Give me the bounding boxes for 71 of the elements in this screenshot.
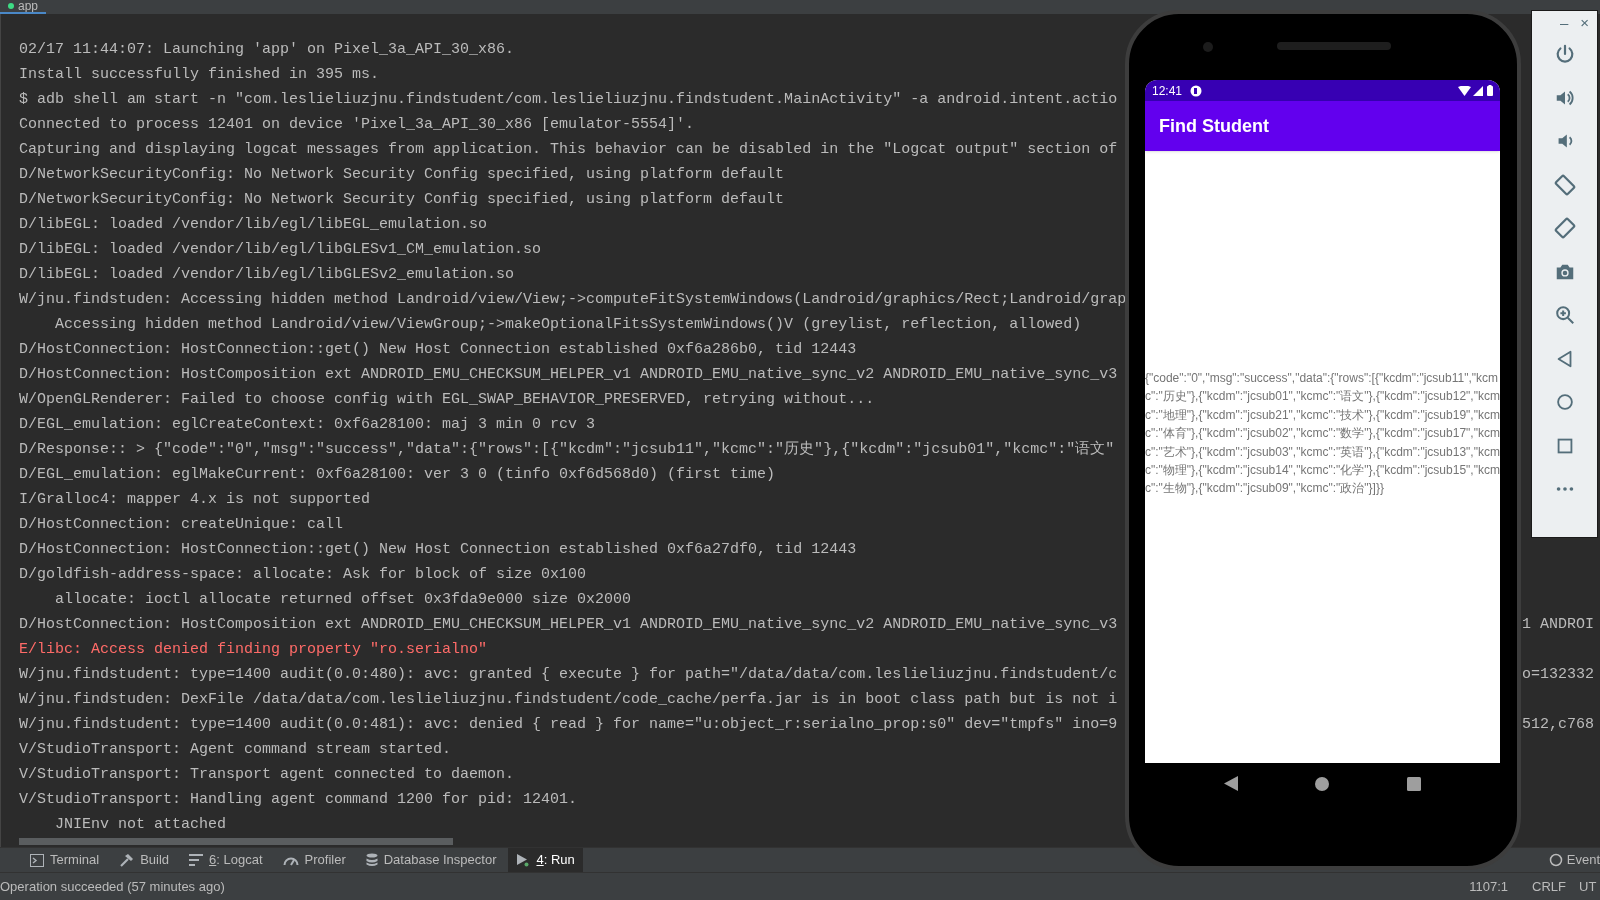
log-line: D/goldfish-address-space: allocate: Ask for block of size 0x100 bbox=[19, 565, 587, 586]
notification-icon bbox=[1190, 84, 1203, 97]
log-line: 02/17 11:44:07: Launching 'app' on Pixel_3a_API_30_x86. bbox=[19, 40, 515, 61]
log-line: $ adb shell am start -n "com.leslieliuzjnu.findstudent/com.leslieliuzjnu.findstudent.MainActivity" -a android.intent.actio bbox=[19, 90, 1118, 111]
caret-position[interactable]: 1107:1 bbox=[1469, 876, 1509, 897]
log-line: W/jnu.findstuden: Accessing hidden method Landroid/view/View;->computeFitSystemWindows(Landroid/graphics/Rect;Landroid/grap bbox=[19, 290, 1127, 311]
zoom-icon[interactable] bbox=[1553, 304, 1576, 326]
wifi-icon bbox=[1458, 85, 1471, 96]
log-line: JNIEnv not attached bbox=[54, 815, 227, 836]
list-icon bbox=[189, 854, 204, 866]
event-log-button[interactable]: Event bbox=[1548, 850, 1600, 870]
log-line: D/HostConnection: HostConnection::get() New Host Connection established 0xf6a286b0, tid 12443 bbox=[19, 340, 857, 361]
log-line-fragment: 512,c768 bbox=[1522, 715, 1594, 736]
log-line: V/StudioTransport: Handling agent command 1200 for pid: 12401. bbox=[19, 790, 578, 811]
speech-bubble-icon bbox=[1548, 853, 1563, 867]
logcat-tab[interactable]: 6: Logcat bbox=[181, 848, 271, 872]
app-title: Find Student bbox=[1159, 114, 1269, 138]
horizontal-scrollbar[interactable] bbox=[19, 838, 453, 845]
home-icon[interactable] bbox=[1315, 776, 1330, 791]
terminal-icon bbox=[30, 853, 44, 867]
log-line: D/Response:: > {"code":"0","msg":"success","data":{"rows":[{"kcdm":"jcsub11","kcmc":"历史"},{"kcdm":"jcsub01","kcmc":"语文" bbox=[19, 439, 1115, 461]
log-line: W/jnu.findstudent: type=1400 audit(0.0:481): avc: denied { read } for name="u:object_r:serialno_prop:s0" dev="tmpfs" ino=9 bbox=[19, 715, 1118, 736]
log-line: D/HostConnection: createUnique: call bbox=[19, 515, 344, 536]
response-text: {"code":"0","msg":"success","data":{"rows":[{"kcdm":"jcsub11","kcmc":"历史"},{"kcdm":"jcsub01","kcmc":"语文"},{"kcdm":"jcsub12","kcmc":"地理"},{"kcdm":"jcsub21","kcmc":"技术"},{"kcdm":"jcsub19","kcmc":"体育"},{"kcdm":"jcsub02","kcmc":"数学"},{"kcdm":"jcsub17","kcmc":"艺术"},{"kcdm":"jcsub03","kcmc":"英语"},{"kcdm":"jcsub13","kcmc":"物理"},{"kcdm":"jcsub14","kcmc":"化学"},{"kcdm":"jcsub15","kcmc":"生物"},{"kcdm":"jcsub09","kcmc":"政治"}]}} bbox=[1145, 370, 1500, 498]
rotate-right-icon[interactable] bbox=[1553, 217, 1576, 239]
log-line: D/HostConnection: HostConnection::get() New Host Connection established 0xf6a27df0, tid 12443 bbox=[19, 540, 857, 561]
log-line: W/OpenGLRenderer: Failed to choose config with EGL_SWAP_BEHAVIOR_PRESERVED, retrying without... bbox=[19, 390, 875, 411]
profiler-tab[interactable]: Profiler bbox=[274, 848, 354, 872]
log-line: D/libEGL: loaded /vendor/lib/egl/libEGL_emulation.so bbox=[19, 215, 488, 236]
log-line: D/EGL_emulation: eglMakeCurrent: 0xf6a28100: ver 3 0 (tinfo 0xf6d568d0) (first time) bbox=[19, 465, 776, 486]
build-tab[interactable]: Build bbox=[111, 848, 178, 872]
run-icon bbox=[516, 853, 531, 867]
log-line-fragment: o=132332 bbox=[1522, 665, 1594, 686]
battery-icon bbox=[1487, 85, 1493, 96]
hammer-icon bbox=[119, 853, 135, 867]
close-button[interactable]: × bbox=[1580, 13, 1589, 33]
log-line: D/EGL_emulation: eglCreateContext: 0xf6a28100: maj 3 min 0 rcv 3 bbox=[19, 415, 596, 436]
database-icon bbox=[365, 853, 378, 867]
line-separator[interactable]: CRLF bbox=[1532, 876, 1566, 897]
log-line: D/NetworkSecurityConfig: No Network Security Config specified, using platform default bbox=[19, 190, 785, 211]
log-line: Accessing hidden method Landroid/view/ViewGroup;->makeOptionalFitsSystemWindows()V (greylist, reflection, allowed) bbox=[54, 315, 1082, 336]
log-line: I/Gralloc4: mapper 4.x is not supported bbox=[19, 490, 371, 511]
log-line: D/NetworkSecurityConfig: No Network Security Config specified, using platform default bbox=[19, 165, 785, 186]
log-line: W/jnu.findstuden: DexFile /data/data/com.leslieliuzjnu.findstudent/code_cache/perfa.jar is in boot class path but is not i bbox=[19, 690, 1118, 711]
signal-icon bbox=[1473, 85, 1483, 96]
overview-icon[interactable] bbox=[1407, 776, 1422, 791]
log-line: D/HostConnection: HostComposition ext ANDROID_EMU_CHECKSUM_HELPER_v1 ANDROID_EMU_native_sync_v2 ANDROID_EMU_native_sync_v3 bbox=[19, 615, 1118, 636]
android-icon bbox=[8, 3, 14, 9]
log-line: E/libc: Access denied finding property "ro.serialno" bbox=[19, 640, 488, 661]
back-icon[interactable] bbox=[1223, 776, 1238, 791]
log-line: V/StudioTransport: Transport agent connected to daemon. bbox=[19, 765, 515, 786]
status-message: Operation succeeded (57 minutes ago) bbox=[0, 877, 225, 896]
log-line: W/jnu.findstudent: type=1400 audit(0.0:480): avc: granted { execute } for path="/data/data/com.leslieliuzjnu.findstudent/c bbox=[19, 665, 1118, 686]
log-line-fragment: 1 ANDROI bbox=[1522, 615, 1594, 636]
database-inspector-tab[interactable]: Database Inspector bbox=[357, 848, 505, 872]
log-line: Capturing and displaying logcat messages from application. This behavior can be disabled in the "Logcat output" section of bbox=[19, 140, 1118, 161]
clock-text: 12:41 bbox=[1152, 82, 1183, 100]
log-line: D/HostConnection: HostComposition ext ANDROID_EMU_CHECKSUM_HELPER_v1 ANDROID_EMU_native_sync_v2 ANDROID_EMU_native_sync_v3 bbox=[19, 365, 1118, 386]
log-line: D/libEGL: loaded /vendor/lib/egl/libGLESv2_emulation.so bbox=[19, 265, 515, 286]
editor-tab[interactable]: app bbox=[0, 0, 47, 14]
log-line: Install successfully finished in 395 ms. bbox=[19, 65, 380, 86]
terminal-tab[interactable]: Terminal bbox=[22, 848, 108, 872]
minimize-button[interactable]: – bbox=[1559, 13, 1569, 33]
run-tab[interactable]: 4: Run bbox=[508, 848, 583, 872]
rotate-left-icon[interactable] bbox=[1553, 173, 1576, 196]
log-line: Connected to process 12401 on device 'Pixel_3a_API_30_x86 [emulator-5554]'. bbox=[19, 115, 695, 136]
camera-icon bbox=[1203, 42, 1213, 52]
log-line: allocate: ioctl allocate returned offset 0x3fda9e000 size 0x2000 bbox=[54, 590, 632, 611]
log-line: V/StudioTransport: Agent command stream started. bbox=[19, 740, 452, 761]
log-line: D/libEGL: loaded /vendor/lib/egl/libGLESv1_CM_emulation.so bbox=[19, 240, 542, 261]
file-encoding[interactable]: UT bbox=[1579, 876, 1600, 897]
